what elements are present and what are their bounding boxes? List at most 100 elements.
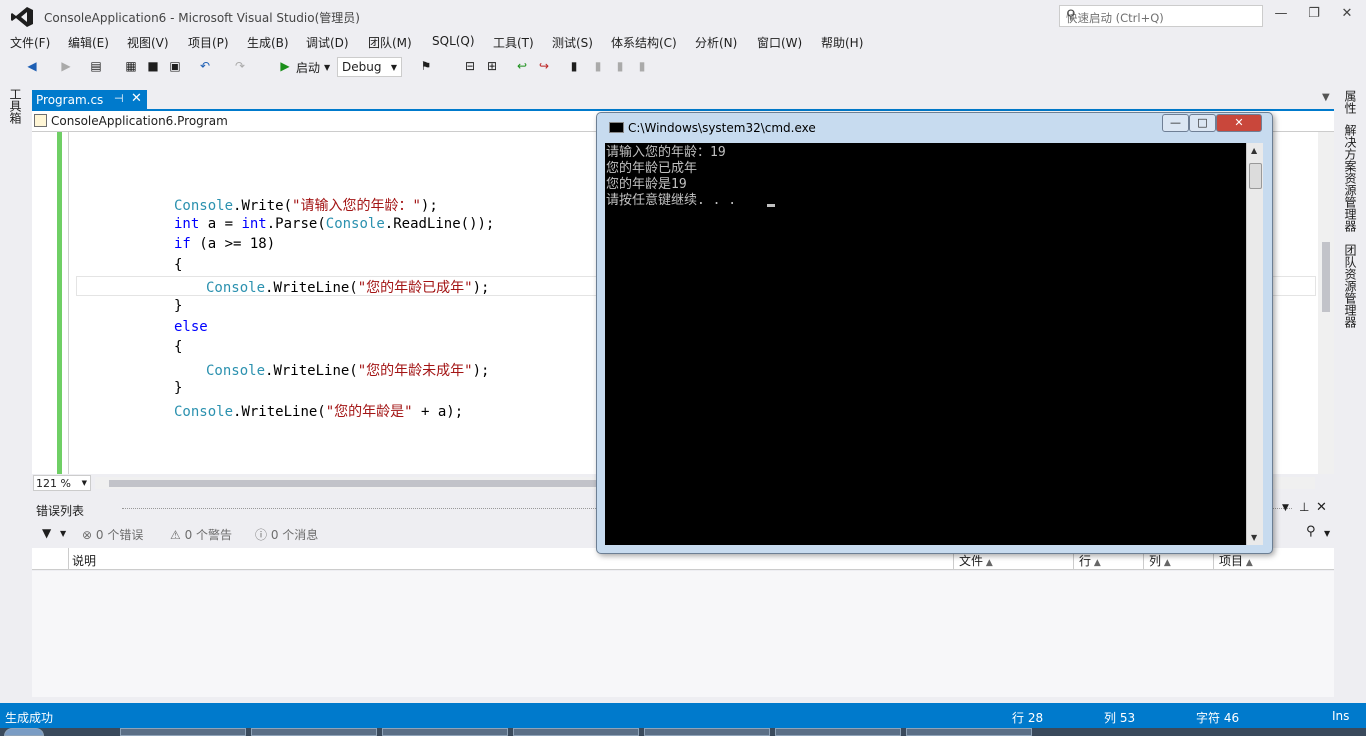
quick-launch-input[interactable]: 快速启动 (Ctrl+Q) ⚲: [1059, 5, 1263, 27]
uncomment-icon[interactable]: ⊞: [484, 59, 500, 77]
next-bookmark-icon[interactable]: ▮: [612, 59, 628, 77]
window-title: ConsoleApplication6 - Microsoft Visual S…: [44, 11, 360, 25]
taskbar-button[interactable]: [251, 728, 377, 736]
chevron-down-icon: ▼: [390, 63, 397, 72]
close-tab-icon[interactable]: ✕: [131, 91, 142, 106]
errors-filter-button[interactable]: ⊗ 0 个错误: [82, 526, 143, 543]
clear-bookmarks-icon[interactable]: ▮: [634, 59, 650, 77]
undo-icon[interactable]: ↶: [197, 59, 213, 77]
scroll-thumb[interactable]: [1322, 242, 1330, 312]
step-icon[interactable]: ↩: [514, 59, 530, 77]
menu-tools[interactable]: 工具(T): [493, 34, 534, 51]
filter-icon[interactable]: ▼: [42, 526, 51, 540]
code-line: Console.WriteLine("您的年龄已成年");: [206, 280, 490, 296]
menu-test[interactable]: 测试(S): [552, 34, 593, 51]
restore-button[interactable]: ❐: [1303, 6, 1325, 24]
start-icon[interactable]: ▶: [277, 59, 293, 77]
pin-icon[interactable]: ⊥: [1299, 500, 1309, 514]
console-scrollbar[interactable]: ▲ ▼: [1246, 143, 1263, 545]
status-message: 生成成功: [5, 711, 54, 725]
solution-configuration-select[interactable]: Debug ▼: [337, 57, 402, 77]
solution-explorer-tab[interactable]: 解决方案资源管理器: [1342, 124, 1359, 232]
scroll-up-icon[interactable]: ▲: [1251, 146, 1257, 155]
start-button[interactable]: 启动: [296, 59, 320, 77]
minimize-button[interactable]: —: [1270, 6, 1292, 24]
toolbox-tab[interactable]: 工具箱: [8, 88, 24, 124]
editor-vertical-scrollbar[interactable]: [1318, 132, 1334, 474]
taskbar-button[interactable]: [382, 728, 508, 736]
menu-architecture[interactable]: 体系结构(C): [611, 34, 677, 51]
code-line: if (a >= 18): [174, 236, 276, 252]
start-dropdown-icon[interactable]: ▼: [324, 63, 330, 81]
scroll-thumb[interactable]: [109, 480, 609, 487]
column-file[interactable]: 文件 ▲: [959, 552, 993, 569]
taskbar-button[interactable]: [644, 728, 770, 736]
prev-bookmark-icon[interactable]: ▮: [590, 59, 606, 77]
open-file-icon[interactable]: ▦: [123, 59, 139, 77]
tab-program-cs[interactable]: Program.cs ⊣ ✕: [32, 90, 147, 110]
code-line: else: [174, 319, 208, 335]
team-explorer-tab[interactable]: 团队资源管理器: [1342, 244, 1359, 328]
bookmark-icon[interactable]: ▮: [566, 59, 582, 77]
menu-help[interactable]: 帮助(H): [821, 34, 863, 51]
chevron-down-icon[interactable]: ▼: [60, 529, 66, 538]
menu-edit[interactable]: 编辑(E): [68, 34, 109, 51]
taskbar-button[interactable]: [906, 728, 1032, 736]
menu-debug[interactable]: 调试(D): [306, 34, 349, 51]
menu-view[interactable]: 视图(V): [127, 34, 169, 51]
pin-icon[interactable]: ⊣: [114, 92, 124, 105]
find-in-files-icon[interactable]: ⚑: [418, 59, 434, 77]
column-divider: [68, 548, 69, 570]
start-orb[interactable]: [4, 728, 44, 736]
taskbar-button[interactable]: [513, 728, 639, 736]
scroll-down-icon[interactable]: ▼: [1251, 533, 1257, 542]
scroll-thumb[interactable]: [1249, 163, 1262, 189]
menu-file[interactable]: 文件(F): [10, 34, 50, 51]
status-line: 行 28: [1012, 711, 1044, 725]
menu-analyze[interactable]: 分析(N): [695, 34, 737, 51]
column-column[interactable]: 列 ▲: [1149, 552, 1171, 569]
cmd-minimize-button[interactable]: —: [1162, 114, 1189, 132]
menu-team[interactable]: 团队(M): [368, 34, 412, 51]
taskbar-button[interactable]: [120, 728, 246, 736]
tab-overflow-icon[interactable]: ▼: [1322, 92, 1330, 103]
taskbar-button[interactable]: [775, 728, 901, 736]
menu-project[interactable]: 项目(P): [188, 34, 229, 51]
stop-step-icon[interactable]: ↪: [536, 59, 552, 77]
messages-filter-button[interactable]: ⓘ 0 个消息: [255, 526, 318, 543]
comment-icon[interactable]: ⊟: [462, 59, 478, 77]
cmd-close-button[interactable]: ✕: [1216, 114, 1262, 132]
column-description[interactable]: 说明: [72, 552, 96, 569]
back-icon[interactable]: ◀: [24, 59, 40, 77]
cmd-window-title: C:\Windows\system32\cmd.exe: [628, 121, 816, 135]
code-line: }: [174, 380, 183, 396]
search-icon[interactable]: ⚲: [1306, 524, 1316, 539]
column-project[interactable]: 项目 ▲: [1219, 552, 1253, 569]
menu-build[interactable]: 生成(B): [247, 34, 289, 51]
forward-icon[interactable]: ▶: [58, 59, 74, 77]
error-list-body: [32, 571, 1334, 697]
left-tool-strip: [0, 86, 30, 700]
new-project-icon[interactable]: ▤: [88, 59, 104, 77]
class-dropdown[interactable]: ConsoleApplication6.Program: [34, 114, 228, 128]
redo-icon[interactable]: ↷: [232, 59, 248, 77]
chevron-down-icon[interactable]: ▼: [1324, 529, 1330, 538]
chevron-down-icon: ▼: [81, 479, 87, 487]
panel-dropdown-icon[interactable]: ▼: [1282, 503, 1289, 513]
save-all-icon[interactable]: ▣: [167, 59, 183, 77]
warnings-filter-button[interactable]: ⚠ 0 个警告: [170, 526, 232, 543]
menu-sql[interactable]: SQL(Q): [432, 34, 475, 48]
properties-tab[interactable]: 属性: [1342, 90, 1359, 114]
code-line: int a = int.Parse(Console.ReadLine());: [174, 216, 495, 232]
column-line[interactable]: 行 ▲: [1079, 552, 1101, 569]
close-panel-icon[interactable]: ✕: [1316, 500, 1327, 515]
console-cursor: [767, 204, 775, 207]
menu-window[interactable]: 窗口(W): [757, 34, 802, 51]
class-icon: [34, 114, 47, 127]
cmd-maximize-button[interactable]: □: [1189, 114, 1216, 132]
close-button[interactable]: ✕: [1336, 6, 1358, 24]
error-list-title: 错误列表: [36, 504, 85, 518]
status-char: 字符 46: [1196, 711, 1240, 725]
save-icon[interactable]: ■: [145, 59, 161, 77]
zoom-level-select[interactable]: 121 % ▼: [33, 475, 91, 491]
